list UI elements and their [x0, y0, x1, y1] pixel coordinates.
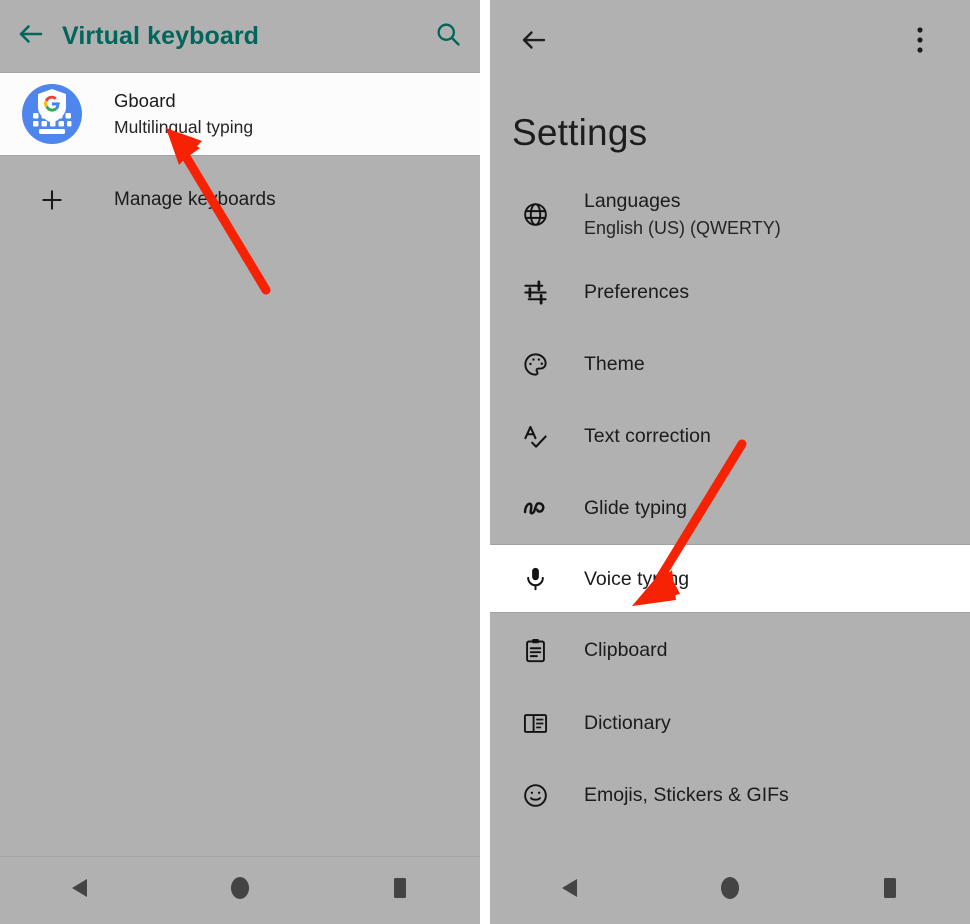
screenshot-root: Virtual keyboard Gboard Multilingual typ…	[0, 0, 970, 924]
square-recents-icon	[390, 875, 410, 906]
plus-icon	[20, 187, 84, 213]
settings-item-languages[interactable]: Languages English (US) (QWERTY)	[490, 172, 970, 256]
circle-home-icon	[228, 874, 252, 907]
more-vertical-icon	[917, 26, 923, 58]
nav-back-button[interactable]	[540, 868, 600, 912]
settings-item-text: Glide typing	[584, 495, 687, 521]
gboard-app-icon	[20, 82, 84, 146]
right-app-bar	[490, 0, 970, 84]
settings-item-text: Languages English (US) (QWERTY)	[584, 188, 781, 241]
settings-item-label: Emojis, Stickers & GIFs	[584, 784, 789, 806]
glide-icon	[512, 494, 558, 522]
settings-list: Languages English (US) (QWERTY) Preferen…	[490, 172, 970, 831]
settings-item-subtitle: English (US) (QWERTY)	[584, 217, 781, 238]
globe-icon	[512, 201, 558, 228]
back-button[interactable]	[0, 19, 62, 54]
settings-item-dictionary[interactable]: Dictionary	[490, 687, 970, 759]
settings-item-emojis-stickers-gifs[interactable]: Emojis, Stickers & GIFs	[490, 759, 970, 831]
overflow-menu-button[interactable]	[898, 20, 942, 64]
nav-recents-button[interactable]	[860, 868, 920, 912]
settings-item-text: Text correction	[584, 423, 711, 449]
settings-item-text: Clipboard	[584, 637, 667, 663]
gboard-settings-screen: Settings Languages English (US) (QWERTY)	[490, 0, 970, 924]
search-icon	[434, 20, 462, 53]
nav-home-button[interactable]	[700, 868, 760, 912]
settings-item-label: Clipboard	[584, 639, 668, 661]
circle-home-icon	[718, 874, 742, 907]
list-item-gboard-text: Gboard Multilingual typing	[114, 88, 253, 140]
spellcheck-icon	[512, 423, 558, 450]
settings-item-text: Preferences	[584, 279, 689, 305]
list-item-subtitle: Multilingual typing	[114, 117, 254, 137]
nav-back-button[interactable]	[50, 868, 110, 912]
list-item-title: Gboard	[114, 90, 176, 111]
square-recents-icon	[880, 875, 900, 906]
arrow-left-icon	[519, 25, 549, 60]
settings-item-label: Glide typing	[584, 497, 687, 519]
palette-icon	[512, 351, 558, 378]
settings-heading: Settings	[512, 112, 648, 153]
settings-item-label: Languages	[584, 189, 681, 212]
emoji-icon	[512, 782, 558, 809]
page-title: Virtual keyboard	[62, 21, 260, 50]
settings-item-text: Emojis, Stickers & GIFs	[584, 782, 789, 808]
settings-item-text: Theme	[584, 351, 645, 377]
settings-item-text: Voice typing	[584, 566, 689, 592]
list-item-gboard[interactable]: Gboard Multilingual typing	[0, 73, 480, 155]
triangle-back-icon	[559, 876, 581, 905]
virtual-keyboard-screen: Virtual keyboard Gboard Multilingual typ…	[0, 0, 480, 924]
nav-recents-button[interactable]	[370, 868, 430, 912]
settings-item-theme[interactable]: Theme	[490, 328, 970, 400]
list-item-label: Manage keyboards	[114, 189, 276, 210]
search-button[interactable]	[416, 20, 480, 53]
settings-item-text: Dictionary	[584, 710, 671, 736]
tune-icon	[512, 279, 558, 306]
settings-item-clipboard[interactable]: Clipboard	[490, 613, 970, 687]
navbar-divider	[0, 856, 480, 857]
clipboard-icon	[512, 637, 558, 664]
arrow-left-icon	[16, 19, 46, 54]
list-item-manage-keyboards[interactable]: Manage keyboards	[0, 156, 480, 244]
android-navigation-bar-right	[490, 856, 970, 924]
settings-item-label: Preferences	[584, 281, 690, 303]
nav-home-button[interactable]	[210, 868, 270, 912]
back-button[interactable]	[512, 20, 556, 64]
settings-item-text-correction[interactable]: Text correction	[490, 400, 970, 472]
microphone-icon	[512, 565, 558, 592]
settings-item-label: Dictionary	[584, 712, 671, 734]
settings-item-preferences[interactable]: Preferences	[490, 256, 970, 328]
settings-item-glide-typing[interactable]: Glide typing	[490, 472, 970, 544]
triangle-back-icon	[69, 876, 91, 905]
settings-item-label: Voice typing	[584, 567, 690, 590]
android-navigation-bar-left	[0, 856, 480, 924]
settings-item-label: Text correction	[584, 425, 711, 447]
settings-item-voice-typing[interactable]: Voice typing	[490, 545, 970, 612]
settings-item-label: Theme	[584, 353, 645, 375]
left-app-bar: Virtual keyboard	[0, 0, 480, 72]
dictionary-icon	[512, 710, 558, 737]
